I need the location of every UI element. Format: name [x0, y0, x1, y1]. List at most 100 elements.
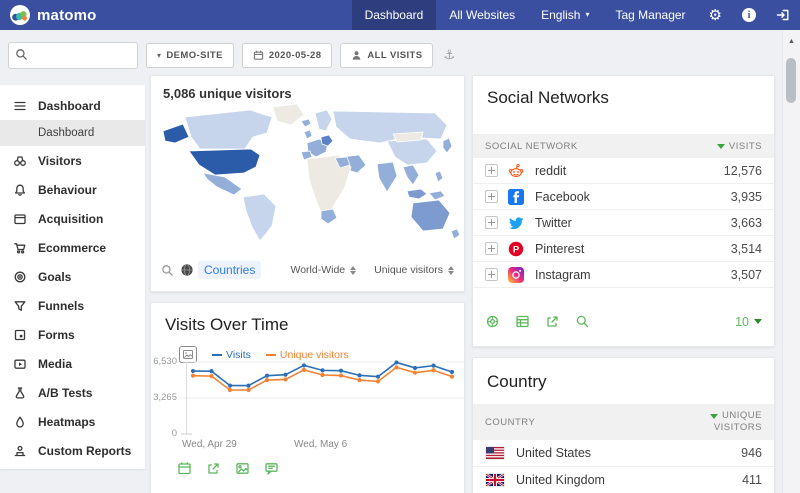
social-networks-title: Social Networks — [487, 88, 609, 108]
uk-flag-icon — [486, 474, 504, 486]
map-metric-select[interactable]: Unique visitors — [374, 264, 454, 276]
top-nav-menu: Dashboard All Websites English▾ Tag Mana… — [352, 0, 800, 30]
countries-link[interactable]: Countries — [198, 261, 261, 279]
social-table-footer: 10 — [485, 314, 762, 329]
nav-dashboard[interactable]: Dashboard — [352, 0, 437, 30]
sort-desc-icon — [710, 414, 718, 419]
expand-row-icon[interactable] — [485, 164, 498, 177]
matomo-logo-icon — [10, 5, 30, 25]
form-icon — [13, 328, 27, 342]
y-axis-tick: 0 — [151, 428, 177, 439]
y-axis-tick: 6,530 — [151, 356, 177, 367]
row-limit-select[interactable]: 10 — [735, 315, 762, 329]
search-box — [8, 42, 138, 69]
map-zoom-icon[interactable] — [161, 264, 174, 277]
visitors-segment-icon — [351, 50, 362, 61]
visits-over-time-title: Visits Over Time — [165, 315, 288, 335]
table-view-button[interactable] — [515, 314, 530, 329]
export-button[interactable] — [206, 461, 221, 476]
country-table-rows: United States 946 United Kingdom 411 — [473, 440, 774, 493]
map-region-select[interactable]: World-Wide — [290, 264, 356, 276]
table-row-instagram[interactable]: Instagram 3,507 — [473, 262, 774, 288]
sidebar-item-ecommerce[interactable]: Ecommerce — [0, 233, 145, 262]
search-rows-button[interactable] — [575, 314, 590, 329]
visitor-map-widget: 5,086 unique visitors — [150, 75, 465, 292]
funnel-icon — [13, 299, 27, 313]
sidebar-item-behaviour[interactable]: Behaviour — [0, 175, 145, 204]
visits-line-chart[interactable] — [181, 355, 465, 445]
scrollbar-thumb[interactable] — [786, 58, 796, 103]
date-range-button[interactable]: 2020-05-28 — [242, 43, 333, 68]
search-input[interactable] — [35, 43, 137, 68]
report-settings-cog-button[interactable] — [485, 314, 500, 329]
flask-icon — [13, 386, 27, 400]
nav-all-websites[interactable]: All Websites — [436, 0, 528, 30]
dashboard-icon — [13, 99, 27, 113]
updown-arrows-icon — [448, 266, 454, 275]
column-visits-sort[interactable]: VISITS — [717, 141, 774, 152]
info-icon: i — [742, 8, 756, 22]
visits-over-time-widget: Visits Over Time Visits Unique visitors … — [150, 302, 465, 493]
table-row-twitter[interactable]: Twitter 3,663 — [473, 210, 774, 236]
browser-window-icon — [13, 212, 27, 226]
annotations-button[interactable] — [264, 461, 279, 476]
table-row-pinterest[interactable]: P Pinterest 3,514 — [473, 236, 774, 262]
page-scrollbar[interactable]: ▲ — [782, 30, 800, 493]
nav-tag-manager[interactable]: Tag Manager — [603, 0, 699, 30]
scrollbar-up-arrow[interactable]: ▲ — [783, 38, 800, 45]
sidebar-item-forms[interactable]: Forms — [0, 320, 145, 349]
us-flag-icon — [486, 447, 504, 459]
x-axis-tick: Wed, May 6 — [294, 439, 347, 450]
sidebar-item-goals[interactable]: Goals — [0, 262, 145, 291]
filter-bar: ▾ DEMO-SITE 2020-05-28 ALL VISITS ⚓ — [0, 38, 780, 72]
x-axis-tick: Wed, Apr 29 — [182, 439, 237, 450]
sidebar-item-dashboard[interactable]: Dashboard — [0, 91, 145, 120]
export-image-button-green[interactable] — [235, 461, 250, 476]
sidebar-item-acquisition[interactable]: Acquisition — [0, 204, 145, 233]
reddit-icon — [508, 163, 524, 179]
sidebar-item-visitors[interactable]: Visitors — [0, 146, 145, 175]
expand-row-icon[interactable] — [485, 242, 498, 255]
anchor-icon[interactable]: ⚓ — [443, 47, 455, 63]
sidebar-item-ab-tests[interactable]: A/B Tests — [0, 378, 145, 407]
calendar-icon — [253, 50, 264, 61]
chevron-down-icon: ▾ — [157, 51, 161, 60]
matomo-dashboard-page: matomo Dashboard All Websites English▾ T… — [0, 0, 800, 493]
world-map[interactable] — [155, 103, 462, 254]
media-play-icon — [13, 357, 27, 371]
sidebar-item-funnels[interactable]: Funnels — [0, 291, 145, 320]
expand-row-icon[interactable] — [485, 268, 498, 281]
table-row-united-states[interactable]: United States 946 — [473, 440, 774, 467]
pinterest-icon: P — [508, 241, 524, 257]
logout-button[interactable] — [766, 0, 800, 30]
twitter-icon — [508, 215, 524, 231]
bell-icon — [13, 183, 27, 197]
segment-selector-button[interactable]: ALL VISITS — [340, 43, 433, 68]
change-period-calendar-button[interactable] — [177, 461, 192, 476]
sidebar-item-custom-reports[interactable]: Custom Reports — [0, 436, 145, 465]
export-button[interactable] — [545, 314, 560, 329]
shopping-cart-icon — [13, 241, 27, 255]
search-icon — [15, 48, 28, 66]
matomo-logo[interactable]: matomo — [0, 5, 97, 25]
sidebar-item-heatmaps[interactable]: Heatmaps — [0, 407, 145, 436]
help-button[interactable]: i — [732, 0, 766, 30]
droplet-icon — [13, 415, 27, 429]
sidebar-subitem-dashboard[interactable]: Dashboard — [0, 120, 145, 146]
column-social-network: SOCIAL NETWORK — [473, 141, 578, 152]
binoculars-icon — [13, 154, 27, 168]
table-row-united-kingdom[interactable]: United Kingdom 411 — [473, 467, 774, 493]
expand-row-icon[interactable] — [485, 216, 498, 229]
updown-arrows-icon — [350, 266, 356, 275]
top-navbar: matomo Dashboard All Websites English▾ T… — [0, 0, 800, 30]
table-row-facebook[interactable]: Facebook 3,935 — [473, 184, 774, 210]
sidebar-item-media[interactable]: Media — [0, 349, 145, 378]
svg-text:P: P — [513, 244, 520, 255]
settings-gear-button[interactable]: ⚙ — [699, 0, 732, 30]
table-row-reddit[interactable]: reddit 12,576 — [473, 158, 774, 184]
nav-language-selector[interactable]: English▾ — [528, 0, 602, 30]
site-selector-button[interactable]: ▾ DEMO-SITE — [146, 43, 234, 68]
expand-row-icon[interactable] — [485, 190, 498, 203]
country-widget: Country COUNTRY UNIQUE VISITORS United S… — [472, 357, 775, 493]
column-unique-visitors-sort[interactable]: UNIQUE VISITORS — [710, 410, 774, 434]
